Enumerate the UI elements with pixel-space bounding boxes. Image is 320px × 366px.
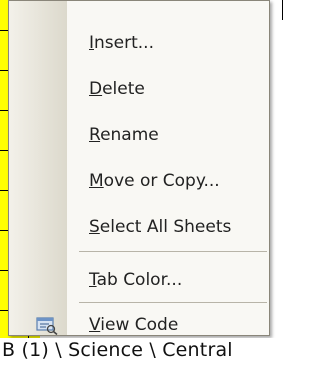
menu-item-tab-color[interactable]: Tab Color... bbox=[9, 260, 269, 300]
menu-item-label: Rename bbox=[89, 125, 159, 145]
menu-item-label: Insert... bbox=[89, 33, 154, 53]
menu-item-delete[interactable]: Delete bbox=[9, 69, 269, 109]
menu-item-label: Move or Copy... bbox=[89, 171, 220, 191]
menu-item-select-all-sheets[interactable]: Select All Sheets bbox=[9, 207, 269, 247]
menu-separator bbox=[79, 302, 267, 303]
sheet-tab-strip[interactable]: B (1) \ Science \ Central bbox=[0, 338, 288, 366]
sheet-tab-context-menu: Insert... Delete Rename Move or Copy... … bbox=[8, 0, 270, 336]
gridline bbox=[282, 0, 283, 20]
menu-item-label: View Code bbox=[89, 315, 179, 335]
menu-item-move-or-copy[interactable]: Move or Copy... bbox=[9, 161, 269, 201]
menu-item-rename[interactable]: Rename bbox=[9, 115, 269, 155]
menu-item-label: Tab Color... bbox=[89, 270, 183, 290]
view-code-icon bbox=[35, 315, 59, 336]
worksheet-cells-right bbox=[268, 0, 288, 340]
menu-item-insert[interactable]: Insert... bbox=[9, 23, 269, 63]
menu-separator bbox=[79, 251, 267, 252]
menu-item-label: Select All Sheets bbox=[89, 217, 232, 237]
menu-item-label: Delete bbox=[89, 79, 145, 99]
sheet-tabs-label[interactable]: B (1) \ Science \ Central bbox=[2, 339, 233, 361]
